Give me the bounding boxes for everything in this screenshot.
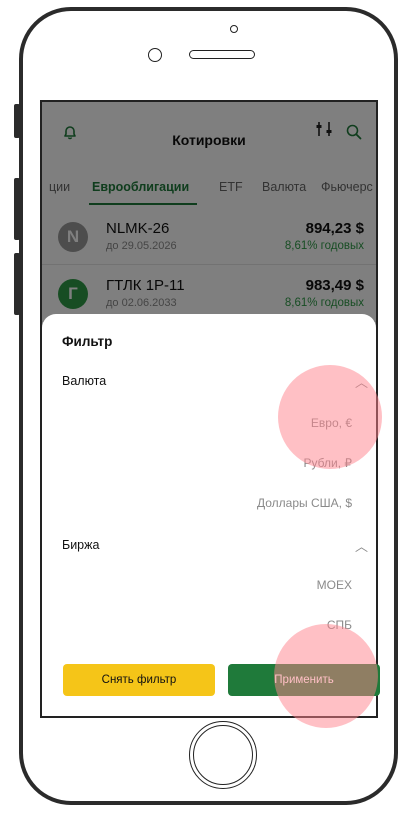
tap-indicator (274, 624, 378, 728)
filter-title: Фильтр (62, 334, 113, 349)
home-button-ring (193, 725, 253, 785)
phone-side-button-volume-up (14, 178, 20, 240)
phone-front-camera (148, 48, 162, 62)
exchange-option-moex[interactable]: MOEX (317, 578, 352, 592)
phone-sensor (230, 25, 238, 33)
phone-side-button-volume-down (14, 253, 20, 315)
exchange-section-title[interactable]: Биржа (62, 538, 99, 552)
tap-indicator (278, 365, 382, 469)
currency-section-title[interactable]: Валюта (62, 374, 106, 388)
phone-speaker (189, 50, 255, 59)
phone-side-button-mute (14, 104, 20, 138)
reset-filter-button[interactable]: Снять фильтр (63, 664, 215, 696)
chevron-up-icon[interactable]: ︿ (355, 536, 368, 555)
currency-option-usd[interactable]: Доллары США, $ (257, 496, 352, 510)
